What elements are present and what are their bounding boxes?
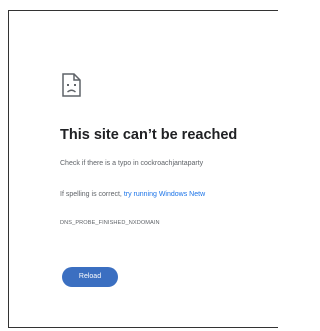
frame-border	[8, 327, 278, 328]
reload-button[interactable]: Reload	[62, 267, 118, 287]
frame-border	[8, 10, 278, 11]
browser-page: This site can’t be reached Check if ther…	[0, 0, 278, 331]
windows-diagnostics-link[interactable]: try running Windows Netw	[124, 191, 205, 198]
spelling-hint-text: If spelling is correct,	[60, 191, 124, 198]
page-title: This site can’t be reached	[60, 127, 238, 143]
sad-document-icon	[60, 72, 84, 98]
spelling-hint: If spelling is correct, try running Wind…	[60, 191, 205, 198]
frame-border	[8, 10, 9, 328]
error-code: DNS_PROBE_FINISHED_NXDOMAIN	[60, 220, 160, 226]
typo-hint-text: Check if there is a typo in cockroachjan…	[60, 160, 204, 167]
